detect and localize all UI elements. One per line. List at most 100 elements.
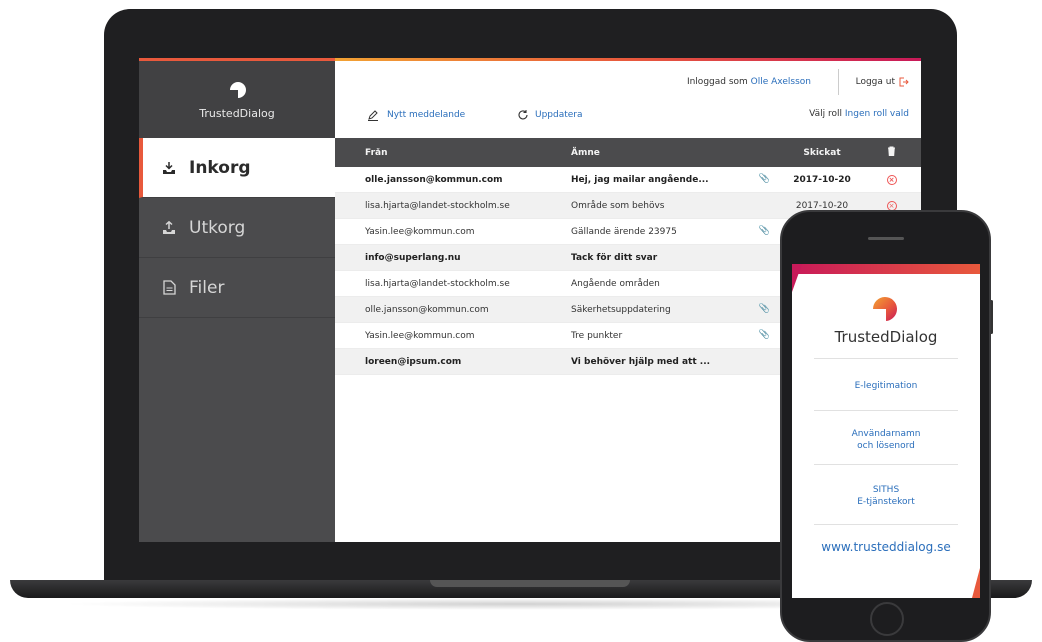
message-sent-date-text: 2017-10-20 bbox=[793, 174, 851, 185]
phone-brand-name: TrustedDialog bbox=[834, 328, 938, 346]
refresh-icon bbox=[518, 110, 528, 120]
message-sent-date-text: 2017-10-20 bbox=[795, 200, 849, 211]
topbar-gradient bbox=[335, 58, 921, 61]
phone-home-button bbox=[870, 602, 904, 636]
paperclip-icon: 📎 bbox=[758, 303, 770, 314]
message-subject-text: Gällande ärende 23975 bbox=[571, 226, 677, 237]
sidebar-item-label: Inkorg bbox=[189, 157, 251, 178]
delete-button[interactable]: × bbox=[862, 174, 921, 185]
divider bbox=[814, 464, 958, 465]
role-selector[interactable]: Välj roll Ingen roll vald bbox=[809, 109, 909, 119]
sidebar-item-utkorg[interactable]: Utkorg bbox=[139, 198, 335, 258]
role-value: Ingen roll vald bbox=[844, 109, 909, 119]
new-message-button[interactable]: Nytt meddelande bbox=[367, 109, 465, 121]
message-from-text: olle.jansson@kommun.com bbox=[365, 174, 503, 185]
table-row[interactable]: olle.jansson@kommun.com Hej, jag mailar a… bbox=[335, 167, 921, 193]
message-from-text: loreen@ipsum.com bbox=[365, 356, 462, 367]
trash-icon[interactable] bbox=[862, 146, 921, 159]
message-subject: Säkerhetsuppdatering 📎 bbox=[567, 303, 782, 315]
column-sent[interactable]: Skickat bbox=[782, 148, 862, 158]
table-header: Från Ämne Skickat bbox=[335, 138, 921, 167]
message-subject: Angående områden bbox=[567, 279, 782, 289]
paperclip-icon: 📎 bbox=[758, 225, 770, 236]
delete-button[interactable]: × bbox=[862, 200, 921, 211]
pencil-icon bbox=[368, 110, 378, 121]
message-subject: Vi behöver hjälp med att ... bbox=[567, 357, 782, 367]
laptop-notch bbox=[430, 580, 630, 587]
outbox-icon bbox=[161, 220, 177, 236]
logout-label: Logga ut bbox=[855, 77, 895, 87]
paperclip-icon: 📎 bbox=[758, 329, 770, 340]
message-subject: Område som behövs bbox=[567, 201, 782, 211]
message-subject-text: Område som behövs bbox=[571, 200, 665, 211]
phone-corner-accent bbox=[792, 264, 802, 292]
message-from: loreen@ipsum.com bbox=[335, 357, 567, 367]
message-subject-text: Hej, jag mailar angående... bbox=[571, 174, 709, 185]
message-from-text: lisa.hjarta@landet-stockholm.se bbox=[365, 278, 510, 289]
close-circle-icon: × bbox=[886, 200, 897, 211]
message-subject-text: Tack för ditt svar bbox=[571, 252, 658, 263]
column-subject[interactable]: Ämne bbox=[567, 148, 782, 158]
message-sent-date: 2017-10-20 bbox=[782, 201, 862, 211]
new-message-label: Nytt meddelande bbox=[387, 110, 466, 120]
message-from-text: Yasin.lee@kommun.com bbox=[365, 330, 475, 341]
message-subject: Gällande ärende 23975 📎 bbox=[567, 225, 782, 237]
login-info: Inloggad som Olle Axelsson bbox=[687, 77, 811, 87]
logout-button[interactable]: Logga ut bbox=[856, 77, 909, 87]
message-subject: Tre punkter 📎 bbox=[567, 329, 782, 341]
message-from-text: olle.jansson@kommun.com bbox=[365, 304, 489, 315]
sidebar-item-inkorg[interactable]: Inkorg bbox=[139, 138, 335, 198]
website-link[interactable]: www.trusteddialog.se bbox=[792, 540, 980, 554]
refresh-label: Uppdatera bbox=[535, 110, 583, 120]
document-icon bbox=[161, 280, 177, 296]
message-from: lisa.hjarta@landet-stockholm.se bbox=[335, 201, 567, 211]
sidebar-item-label: Filer bbox=[189, 277, 225, 298]
login-option-siths[interactable]: SITHS E-tjänstekort bbox=[792, 484, 980, 508]
topbar: Inloggad som Olle Axelsson Logga ut Nytt… bbox=[335, 58, 921, 138]
column-from[interactable]: Från bbox=[335, 148, 567, 158]
message-from: olle.jansson@kommun.com bbox=[335, 305, 567, 315]
role-label: Välj roll bbox=[809, 109, 843, 119]
divider bbox=[814, 410, 958, 411]
message-subject-text: Vi behöver hjälp med att ... bbox=[571, 356, 711, 367]
user-name-link[interactable]: Olle Axelsson bbox=[751, 77, 811, 87]
trusteddialog-logo-icon bbox=[873, 297, 897, 321]
message-subject: Tack för ditt svar bbox=[567, 253, 782, 263]
phone-screen: TrustedDialog E-legitimation Användarnam… bbox=[792, 264, 980, 598]
message-from: lisa.hjarta@landet-stockholm.se bbox=[335, 279, 567, 289]
sidebar-brand: TrustedDialog bbox=[139, 58, 335, 138]
sidebar-item-label: Utkorg bbox=[189, 217, 246, 238]
message-subject: Hej, jag mailar angående... 📎 bbox=[567, 173, 782, 185]
message-subject-text: Angående områden bbox=[571, 278, 660, 289]
refresh-button[interactable]: Uppdatera bbox=[517, 109, 583, 121]
message-from: info@superlang.nu bbox=[335, 253, 567, 263]
message-from-text: lisa.hjarta@landet-stockholm.se bbox=[365, 200, 510, 211]
message-from: olle.jansson@kommun.com bbox=[335, 175, 567, 185]
sidebar-item-filer[interactable]: Filer bbox=[139, 258, 335, 318]
logged-in-label: Inloggad som bbox=[686, 77, 748, 87]
inbox-icon bbox=[161, 160, 177, 176]
close-circle-icon: × bbox=[886, 174, 897, 185]
login-option-e-legitimation[interactable]: E-legitimation bbox=[792, 380, 980, 392]
message-from: Yasin.lee@kommun.com bbox=[335, 331, 567, 341]
message-subject-text: Säkerhetsuppdatering bbox=[571, 304, 671, 315]
logout-icon bbox=[899, 77, 909, 87]
message-from: Yasin.lee@kommun.com bbox=[335, 227, 567, 237]
message-subject-text: Tre punkter bbox=[571, 330, 623, 341]
phone-corner-accent bbox=[972, 568, 980, 598]
phone-speaker bbox=[868, 237, 904, 240]
brand-name: TrustedDialog bbox=[199, 107, 275, 120]
trusteddialog-logo-icon bbox=[230, 82, 246, 98]
divider bbox=[814, 524, 958, 525]
paperclip-icon: 📎 bbox=[758, 173, 770, 184]
phone-frame: TrustedDialog E-legitimation Användarnam… bbox=[780, 210, 991, 642]
divider bbox=[838, 69, 839, 95]
message-sent-date: 2017-10-20 bbox=[782, 175, 862, 185]
message-from-text: Yasin.lee@kommun.com bbox=[365, 226, 475, 237]
message-from-text: info@superlang.nu bbox=[365, 252, 461, 263]
divider bbox=[814, 358, 958, 359]
stage: TrustedDialog Inkorg Utkorg Filer Inlogg… bbox=[0, 0, 1042, 642]
login-option-username[interactable]: Användarnamn och lösenord bbox=[792, 428, 980, 452]
phone-top-gradient bbox=[792, 264, 980, 274]
sidebar: TrustedDialog Inkorg Utkorg Filer bbox=[139, 58, 335, 542]
